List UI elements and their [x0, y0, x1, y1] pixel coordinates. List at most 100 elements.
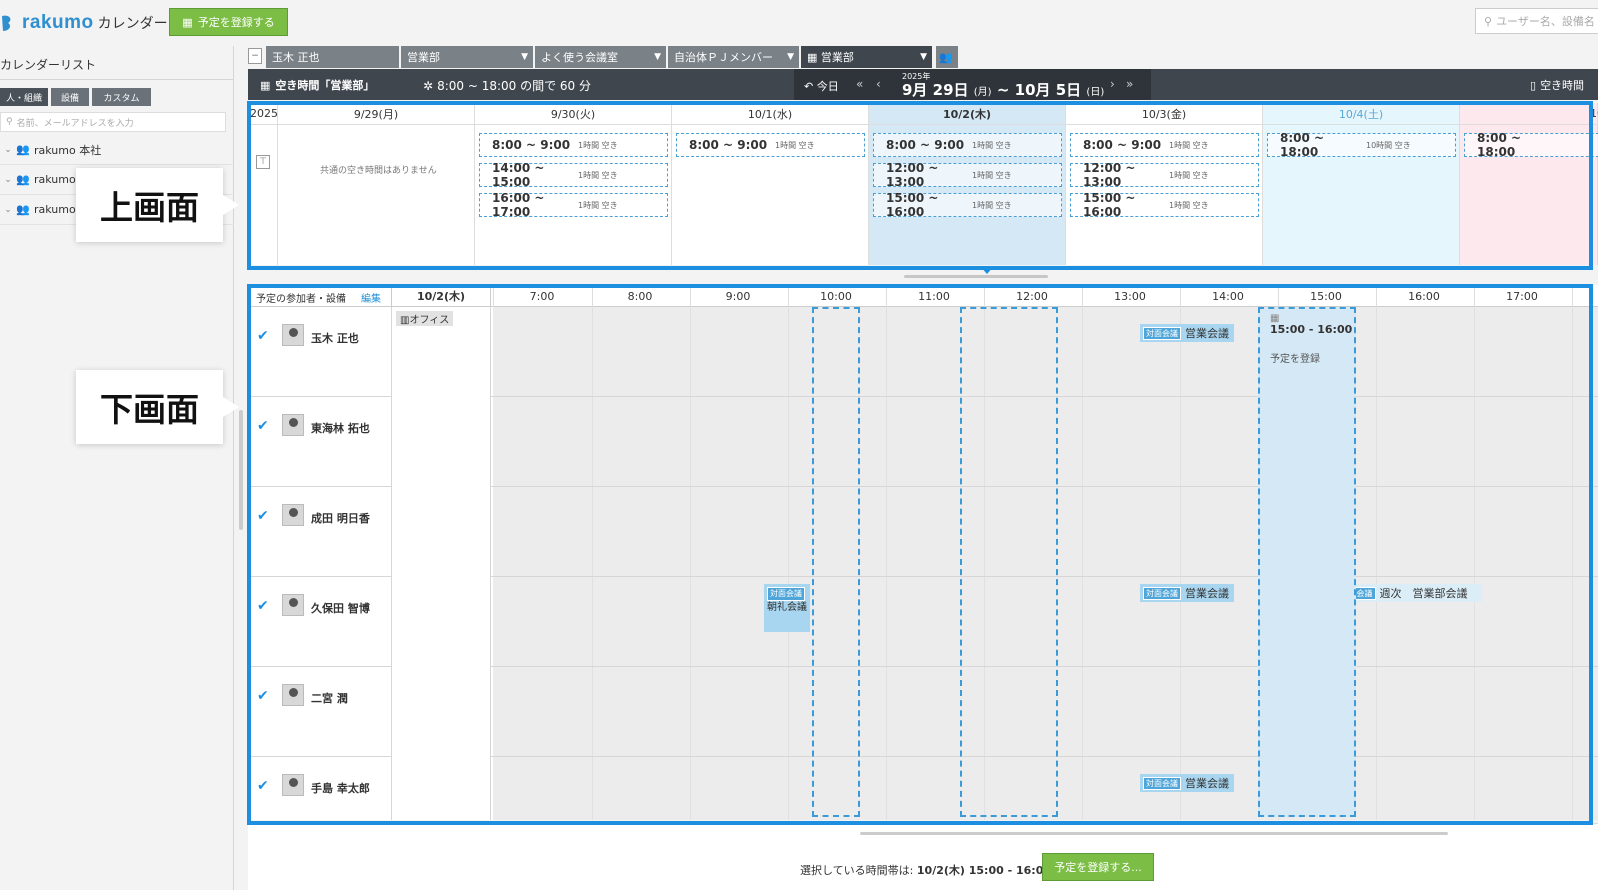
app-logo[interactable]: rakumo カレンダー	[0, 10, 168, 36]
grid-line	[690, 285, 691, 307]
sidebar-item-rakumo-hq[interactable]: ⌄ 👥 rakumo 本社	[0, 135, 234, 165]
participant-info-cell	[391, 487, 491, 577]
free-time-header: ▦ 空き時間「営業部」 ✲ 8:00 ~ 18:00 の間で 60 分 ↶ 今日…	[248, 69, 1598, 100]
selected-time-block[interactable]: ▦ 15:00 - 16:00 予定を登録	[1258, 307, 1356, 817]
grid-line	[886, 285, 887, 307]
hour-label: 7:00	[529, 290, 555, 303]
participant-row: ✔ 玉木 正也 ▥オフィス 対面会議 営業会議	[248, 307, 1598, 397]
hour-label: 14:00	[1212, 290, 1244, 303]
grid-line	[1180, 285, 1181, 307]
free-slot[interactable]: 15:00 ~ 16:00 1時間 空き	[873, 191, 1062, 219]
participants-label: 予定の参加者・設備	[256, 294, 346, 305]
free-slot[interactable]: 8:00 ~ 9:00 1時間 空き	[479, 133, 668, 157]
checkbox-checked-icon[interactable]: ✔	[257, 689, 271, 703]
group-icon: 👥	[16, 203, 30, 216]
event-morning-meeting[interactable]: 対面会議 朝礼会議	[764, 584, 810, 632]
free-time-condition[interactable]: ✲ 8:00 ~ 18:00 の間で 60 分	[423, 77, 591, 94]
free-slot[interactable]: 12:00 ~ 13:00 1時間 空き	[1070, 161, 1259, 189]
footer-bar: 選択している時間帯は: 10/2(木) 15:00 - 16:00 予定を登録す…	[248, 823, 1598, 890]
chevron-down-icon[interactable]: ⌄	[0, 145, 16, 155]
grid-line	[1572, 285, 1573, 307]
day-column-sunday: 8:00 ~ 18:00	[1460, 125, 1598, 265]
day-column: 8:00 ~ 9:00 1時間 空き 12:00 ~ 13:00 1時間 空き 15…	[1066, 125, 1263, 265]
free-time-column[interactable]	[960, 307, 1058, 817]
calendar-icon: ▦	[807, 50, 821, 64]
hour-label: 11:00	[918, 290, 950, 303]
free-slot[interactable]: 8:00 ~ 9:00 1時間 空き	[676, 133, 865, 157]
free-slot[interactable]: 14:00 ~ 15:00 1時間 空き	[479, 161, 668, 189]
prev-day-icon[interactable]: ‹	[876, 77, 881, 91]
event-sales-meeting[interactable]: 対面会議 営業会議	[1140, 324, 1234, 342]
brand-name: rakumo	[22, 12, 94, 33]
next-day-icon[interactable]: ›	[1110, 77, 1115, 91]
rakumo-logo-icon	[2, 15, 11, 31]
participant-info-cell	[391, 667, 491, 757]
day-column-selected: 8:00 ~ 9:00 1時間 空き 12:00 ~ 13:00 1時間 空き 15…	[869, 125, 1066, 265]
day-column: 8:00 ~ 9:00 1時間 空き	[672, 125, 869, 265]
free-slot[interactable]: 15:00 ~ 16:00 1時間 空き	[1070, 191, 1259, 219]
filter-dept[interactable]: 営業部 ▼	[401, 46, 533, 68]
edit-participants-link[interactable]: 編集	[361, 290, 381, 305]
free-time-button[interactable]: ▯ 空き時間	[1530, 77, 1584, 93]
add-member-icon[interactable]: 👥	[936, 46, 958, 68]
event-weekly-meeting[interactable]: web会議 週次 営業部会議	[1334, 584, 1482, 602]
grid-line	[1278, 285, 1279, 307]
free-slot[interactable]: 8:00 ~ 18:00	[1464, 131, 1598, 159]
register-selected-button[interactable]: 予定を登録する...	[1042, 853, 1154, 881]
hour-label: 15:00	[1310, 290, 1342, 303]
sidebar-search-input[interactable]: ⚲ 名前、メールアドレスを入力	[0, 112, 226, 132]
participant-info-cell	[391, 757, 491, 820]
day-header: 10/3(金)	[1066, 103, 1263, 125]
checkbox-checked-icon[interactable]: ✔	[257, 599, 271, 613]
filter-room[interactable]: よく使う会議室 ▼	[535, 46, 666, 68]
selected-time-label: 15:00 - 16:00	[1270, 323, 1353, 336]
filter-calendar[interactable]: ▦ 営業部 ▼	[801, 46, 932, 68]
free-slot[interactable]: 12:00 ~ 13:00 1時間 空き	[873, 161, 1062, 189]
prev-week-icon[interactable]: «	[856, 77, 863, 91]
location-badge: ▥オフィス	[396, 311, 454, 326]
splitter-arrow-icon	[980, 266, 994, 274]
user-search-input[interactable]: ⚲ ユーザー名、設備名	[1475, 8, 1598, 34]
tab-people[interactable]: 人・組織	[0, 88, 48, 106]
tab-custom[interactable]: カスタム	[92, 88, 151, 106]
hour-label: 10:00	[820, 290, 852, 303]
checkbox-checked-icon[interactable]: ✔	[257, 329, 271, 343]
grid-line	[493, 285, 494, 307]
free-slot[interactable]: 8:00 ~ 18:00 10時間 空き	[1267, 131, 1456, 159]
avatar	[282, 594, 304, 616]
free-slot[interactable]: 16:00 ~ 17:00 1時間 空き	[479, 191, 668, 219]
register-event-button[interactable]: ▦ 予定を登録する	[169, 8, 288, 36]
day-header: 9/29(月)	[278, 103, 475, 125]
event-sales-meeting[interactable]: 対面会議 営業会議	[1140, 584, 1234, 602]
next-week-icon[interactable]: »	[1126, 77, 1133, 91]
pin-column: ⊤	[248, 125, 278, 265]
checkbox-checked-icon[interactable]: ✔	[257, 419, 271, 433]
day-column: 8:00 ~ 9:00 1時間 空き 14:00 ~ 15:00 1時間 空き 16…	[475, 125, 672, 265]
collapse-icon[interactable]: −	[248, 48, 262, 64]
free-time-column[interactable]	[812, 307, 860, 817]
free-slot[interactable]: 8:00 ~ 9:00 1時間 空き	[1070, 133, 1259, 157]
checkbox-checked-icon[interactable]: ✔	[257, 779, 271, 793]
checkbox-checked-icon[interactable]: ✔	[257, 509, 271, 523]
register-prompt: 予定を登録	[1270, 354, 1320, 365]
filter-group[interactable]: 自治体ＰＪメンバー ▼	[668, 46, 799, 68]
avatar	[282, 774, 304, 796]
panel-splitter[interactable]	[904, 275, 1048, 278]
sidebar-scrollbar[interactable]	[239, 410, 243, 530]
pin-icon[interactable]: ⊤	[256, 155, 270, 169]
tab-facilities[interactable]: 設備	[51, 88, 89, 106]
chevron-down-icon[interactable]: ⌄	[0, 205, 16, 215]
horizontal-scrollbar[interactable]	[860, 832, 1448, 835]
chevron-down-icon: ▼	[920, 52, 927, 62]
filter-user[interactable]: 玉木 正也	[266, 46, 399, 68]
hour-label: 16:00	[1408, 290, 1440, 303]
hour-label: 9:00	[725, 290, 751, 303]
participant-row: ✔ 東海林 拓也	[248, 397, 1598, 487]
participant-name: 東海林 拓也	[311, 422, 370, 435]
event-sales-meeting[interactable]: 対面会議 営業会議	[1140, 774, 1234, 792]
free-slot[interactable]: 8:00 ~ 9:00 1時間 空き	[873, 133, 1062, 157]
group-icon: 👥	[16, 173, 30, 186]
chevron-down-icon[interactable]: ⌄	[0, 175, 16, 185]
grid-line	[788, 285, 789, 307]
today-button[interactable]: ↶ 今日	[804, 78, 839, 94]
